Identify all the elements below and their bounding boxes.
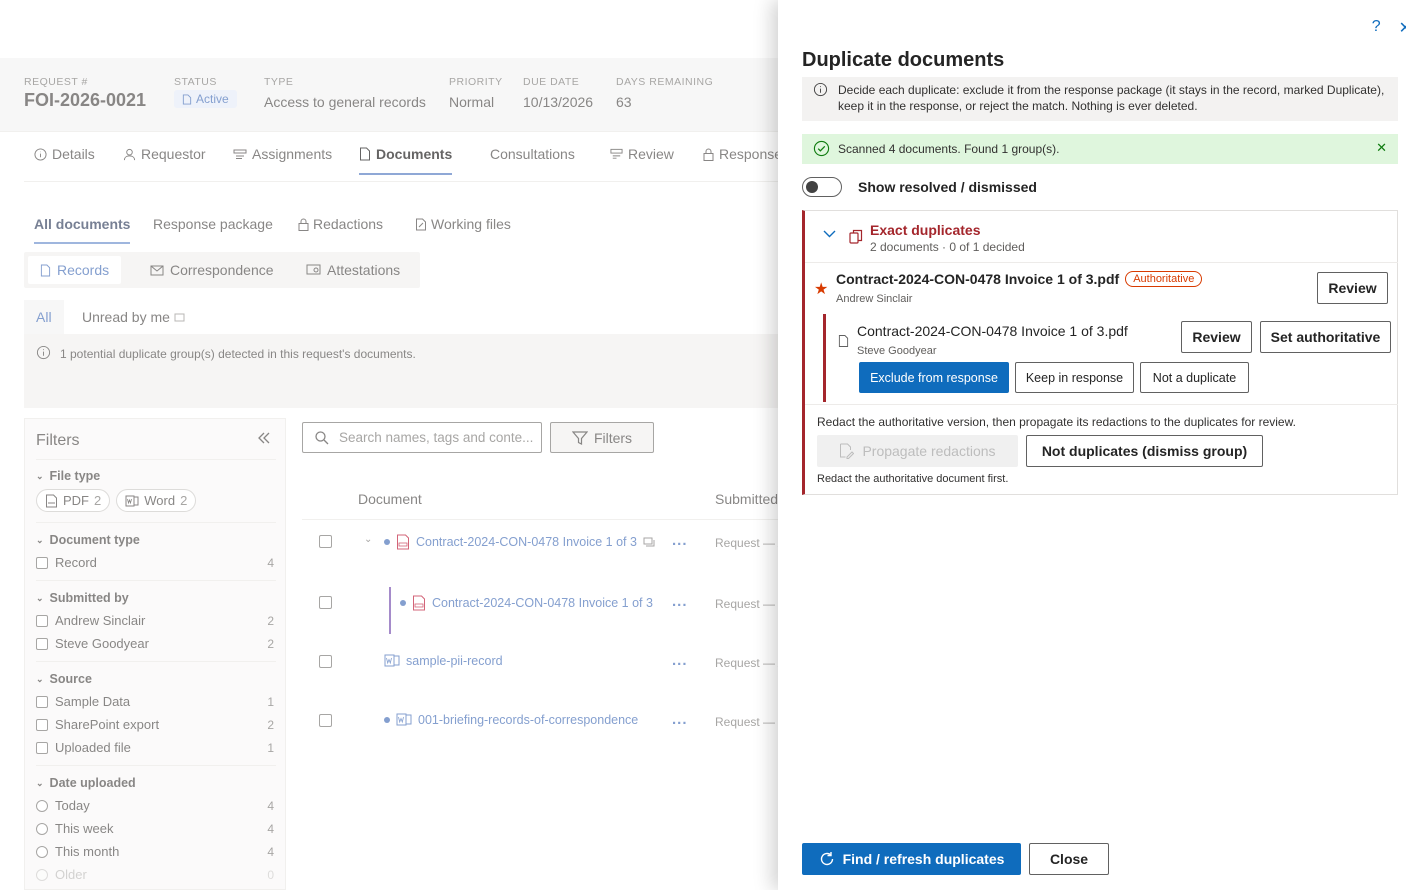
duplicate-group-card: Exact duplicates 2 documents · 0 of 1 de… bbox=[802, 210, 1398, 495]
dismiss-banner-icon[interactable]: ✕ bbox=[1376, 140, 1387, 156]
close-icon[interactable]: ✕ bbox=[1399, 18, 1406, 38]
duplicate-documents-panel: ? ✕ Duplicate documents Decide each dupl… bbox=[778, 0, 1406, 890]
authoritative-document-row: ★ Contract-2024-CON-0478 Invoice 1 of 3.… bbox=[805, 263, 1398, 312]
document-icon bbox=[838, 335, 849, 347]
checkmark-circle-icon bbox=[813, 140, 830, 157]
toggle-knob bbox=[806, 181, 818, 193]
find-refresh-duplicates-button[interactable]: Find / refresh duplicates bbox=[802, 843, 1021, 875]
keep-in-response-button[interactable]: Keep in response bbox=[1015, 362, 1134, 393]
show-resolved-toggle[interactable] bbox=[802, 177, 842, 197]
exclude-from-response-button[interactable]: Exclude from response bbox=[859, 362, 1009, 393]
duplicate-document-name: Contract-2024-CON-0478 Invoice 1 of 3.pd… bbox=[857, 323, 1128, 339]
authoritative-name-text: Contract-2024-CON-0478 Invoice 1 of 3.pd… bbox=[836, 271, 1120, 287]
panel-description: Decide each duplicate: exclude it from t… bbox=[802, 77, 1398, 121]
duplicate-submitted-by: Steve Goodyear bbox=[857, 345, 937, 357]
refresh-icon bbox=[820, 852, 833, 866]
find-refresh-label: Find / refresh duplicates bbox=[842, 851, 1005, 867]
group-subtitle: 2 documents · 0 of 1 decided bbox=[870, 240, 1025, 254]
panel-top-actions: ? ✕ bbox=[1372, 18, 1406, 38]
set-authoritative-button[interactable]: Set authoritative bbox=[1260, 321, 1391, 353]
edit-document-icon bbox=[840, 443, 855, 459]
review-button[interactable]: Review bbox=[1317, 272, 1388, 304]
group-header[interactable]: Exact duplicates 2 documents · 0 of 1 de… bbox=[805, 211, 1398, 263]
not-a-duplicate-button[interactable]: Not a duplicate bbox=[1140, 362, 1249, 393]
panel-description-text: Decide each duplicate: exclude it from t… bbox=[838, 83, 1385, 113]
show-resolved-label: Show resolved / dismissed bbox=[858, 179, 1037, 195]
close-button[interactable]: Close bbox=[1029, 843, 1109, 875]
authoritative-submitted-by: Andrew Sinclair bbox=[836, 293, 913, 305]
info-icon bbox=[813, 82, 828, 97]
dismiss-group-button[interactable]: Not duplicates (dismiss group) bbox=[1026, 435, 1263, 467]
review-duplicate-button[interactable]: Review bbox=[1181, 321, 1252, 353]
chevron-down-icon[interactable] bbox=[823, 230, 836, 238]
divider bbox=[805, 404, 1398, 405]
star-icon: ★ bbox=[814, 281, 829, 298]
authoritative-badge: Authoritative bbox=[1125, 271, 1203, 287]
propagate-redactions-button[interactable]: Propagate redactions bbox=[817, 435, 1018, 467]
duplicate-document-row: Contract-2024-CON-0478 Invoice 1 of 3.pd… bbox=[823, 314, 1398, 402]
help-icon[interactable]: ? bbox=[1372, 18, 1381, 38]
redact-first-hint: Redact the authoritative document first. bbox=[817, 473, 1009, 485]
group-title: Exact duplicates bbox=[870, 222, 981, 238]
modal-overlay[interactable] bbox=[0, 0, 778, 890]
scan-result-text: Scanned 4 documents. Found 1 group(s). bbox=[838, 142, 1060, 156]
scan-result-banner: Scanned 4 documents. Found 1 group(s). ✕ bbox=[802, 134, 1398, 164]
copy-icon bbox=[849, 229, 863, 244]
panel-title: Duplicate documents bbox=[802, 49, 1005, 71]
propagate-note: Redact the authoritative version, then p… bbox=[817, 415, 1296, 429]
authoritative-document-name: Contract-2024-CON-0478 Invoice 1 of 3.pd… bbox=[836, 271, 1203, 287]
show-resolved-toggle-row: Show resolved / dismissed bbox=[802, 177, 1037, 197]
propagate-redactions-label: Propagate redactions bbox=[862, 443, 996, 459]
